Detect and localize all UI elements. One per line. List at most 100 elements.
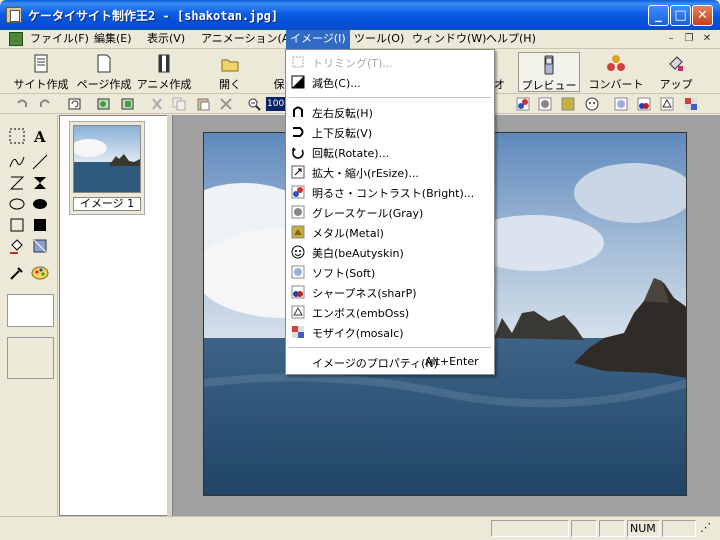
ellipse-fill-icon[interactable]: [31, 195, 49, 213]
soft-tool-icon[interactable]: [614, 97, 628, 111]
menu-separator: [289, 347, 491, 348]
page-create-icon: [97, 54, 111, 73]
menu-item-label: メタル(Metal): [312, 227, 384, 240]
menu-item-brightness[interactable]: 明るさ・コントラスト(Bright)...: [287, 182, 493, 202]
mdi-close-button[interactable]: ✕: [700, 33, 714, 46]
soft-icon: [291, 265, 305, 279]
resize-grip-icon[interactable]: ⋰: [698, 520, 716, 537]
copy-icon[interactable]: [172, 97, 186, 111]
page-create-label: ページ作成: [76, 78, 132, 91]
grayscale-tool-icon[interactable]: [538, 97, 552, 111]
metal-tool-icon[interactable]: [561, 97, 575, 111]
export-image-icon[interactable]: [121, 97, 135, 111]
thumbnail-panel: イメージ 1: [59, 115, 169, 516]
beauty-tool-icon[interactable]: [585, 97, 599, 111]
line-tool-icon[interactable]: [31, 153, 49, 171]
redo-icon[interactable]: [38, 97, 52, 111]
thumbnail-item[interactable]: イメージ 1: [69, 121, 145, 215]
menu-edit[interactable]: 編集(E): [90, 30, 136, 49]
zoom-out-icon[interactable]: [247, 97, 261, 111]
menu-window[interactable]: ウィンドウ(W): [408, 30, 490, 49]
save-button[interactable]: 保: [272, 52, 286, 92]
mdi-minimize-button[interactable]: –: [664, 33, 678, 46]
upload-button[interactable]: アップ: [656, 52, 696, 92]
document-icon[interactable]: [9, 32, 23, 46]
anime-create-icon: [158, 54, 170, 73]
convert-button[interactable]: コンバート: [588, 52, 644, 92]
mdi-restore-button[interactable]: ❐: [682, 33, 696, 46]
foreground-color-swatch[interactable]: [7, 294, 54, 327]
flip-horizontal-icon: [293, 106, 303, 117]
import-image-icon[interactable]: [97, 97, 111, 111]
rect-select-icon[interactable]: [8, 127, 26, 145]
preview-button[interactable]: プレビュー: [518, 52, 580, 92]
menu-item-metal[interactable]: メタル(Metal): [287, 222, 493, 242]
menu-item-soft[interactable]: ソフト(Soft): [287, 262, 493, 282]
text-tool-icon[interactable]: A: [31, 127, 49, 145]
rectangle-fill-icon[interactable]: [31, 216, 49, 234]
toolbar-hidden-button[interactable]: オ: [494, 52, 504, 92]
open-label: 開く: [219, 78, 241, 91]
menu-item-flip-horizontal[interactable]: 左右反転(H): [287, 102, 493, 122]
menu-view[interactable]: 表示(V): [143, 30, 189, 49]
menu-animation[interactable]: アニメーション(A): [197, 30, 298, 49]
freehand-icon[interactable]: [8, 153, 26, 171]
pattern-fill-icon[interactable]: [31, 237, 49, 255]
page-create-button[interactable]: ページ作成: [74, 52, 134, 92]
menu-item-label: 拡大・縮小(rEsize)...: [312, 167, 419, 180]
menu-item-reduce-color[interactable]: 減色(C)...: [287, 72, 493, 92]
menu-item-mosaic[interactable]: モザイク(mosaIc): [287, 322, 493, 342]
menu-file[interactable]: ファイル(F): [26, 30, 93, 49]
minimize-button[interactable]: _: [648, 5, 669, 26]
cut-icon[interactable]: [150, 97, 164, 111]
polyline-icon[interactable]: [8, 174, 26, 192]
menu-item-label: 美白(beAutyskin): [312, 247, 404, 260]
menu-item-sharpness[interactable]: シャープネス(sharP): [287, 282, 493, 302]
rotate-icon: [292, 147, 304, 159]
refresh-icon[interactable]: [68, 97, 82, 111]
mosaic-tool-icon[interactable]: [684, 97, 698, 111]
menu-item-label: イメージのプロパティ(N): [312, 357, 438, 370]
image-menu-dropdown: トリミング(T)... 減色(C)... 左右反転(H) 上下反転(V) 回転(…: [285, 49, 495, 375]
close-button[interactable]: ✕: [692, 5, 713, 26]
menu-tool[interactable]: ツール(O): [350, 30, 408, 49]
rectangle-icon[interactable]: [8, 216, 26, 234]
menu-item-image-properties[interactable]: イメージのプロパティ(N) Alt+Enter: [287, 352, 493, 372]
menu-item-beauty-skin[interactable]: 美白(beAutyskin): [287, 242, 493, 262]
menu-item-emboss[interactable]: エンボス(embOss): [287, 302, 493, 322]
maximize-button[interactable]: □: [670, 5, 691, 26]
menu-item-label: モザイク(mosaIc): [312, 327, 404, 340]
menu-item-label: 回転(Rotate)...: [312, 147, 390, 160]
menu-item-label: グレースケール(Gray): [312, 207, 424, 220]
menu-image[interactable]: イメージ(I): [286, 30, 350, 49]
undo-icon[interactable]: [15, 97, 29, 111]
eyedropper-icon[interactable]: [8, 264, 26, 282]
emboss-tool-icon[interactable]: [660, 97, 674, 111]
ellipse-icon[interactable]: [8, 195, 26, 213]
site-create-button[interactable]: サイト作成: [12, 52, 70, 92]
paste-icon[interactable]: [196, 97, 210, 111]
menu-item-flip-vertical[interactable]: 上下反転(V): [287, 122, 493, 142]
delete-icon[interactable]: [219, 97, 233, 111]
background-color-swatch[interactable]: [7, 337, 54, 379]
brightness-tool-icon[interactable]: [516, 97, 530, 111]
svg-text:A: A: [33, 128, 46, 145]
menu-item-rotate[interactable]: 回転(Rotate)...: [287, 142, 493, 162]
crop-icon: [292, 56, 304, 68]
sharpness-tool-icon[interactable]: [637, 97, 651, 111]
color-palette-icon[interactable]: [31, 264, 49, 282]
site-create-label: サイト作成: [13, 78, 69, 91]
anime-create-button[interactable]: アニメ作成: [136, 52, 192, 92]
polygon-fill-icon[interactable]: [31, 174, 49, 192]
convert-label: コンバート: [588, 78, 644, 91]
upload-icon: [669, 56, 683, 71]
menu-item-resize[interactable]: 拡大・縮小(rEsize)...: [287, 162, 493, 182]
fill-bucket-icon[interactable]: [8, 237, 26, 255]
app-icon[interactable]: [6, 7, 22, 23]
menu-item-grayscale[interactable]: グレースケール(Gray): [287, 202, 493, 222]
menu-help[interactable]: ヘルプ(H): [482, 30, 540, 49]
preview-label: プレビュー: [521, 79, 577, 92]
metal-icon: [291, 225, 305, 239]
menu-item-trimming[interactable]: トリミング(T)...: [287, 52, 493, 72]
open-button[interactable]: 開く: [213, 52, 247, 92]
